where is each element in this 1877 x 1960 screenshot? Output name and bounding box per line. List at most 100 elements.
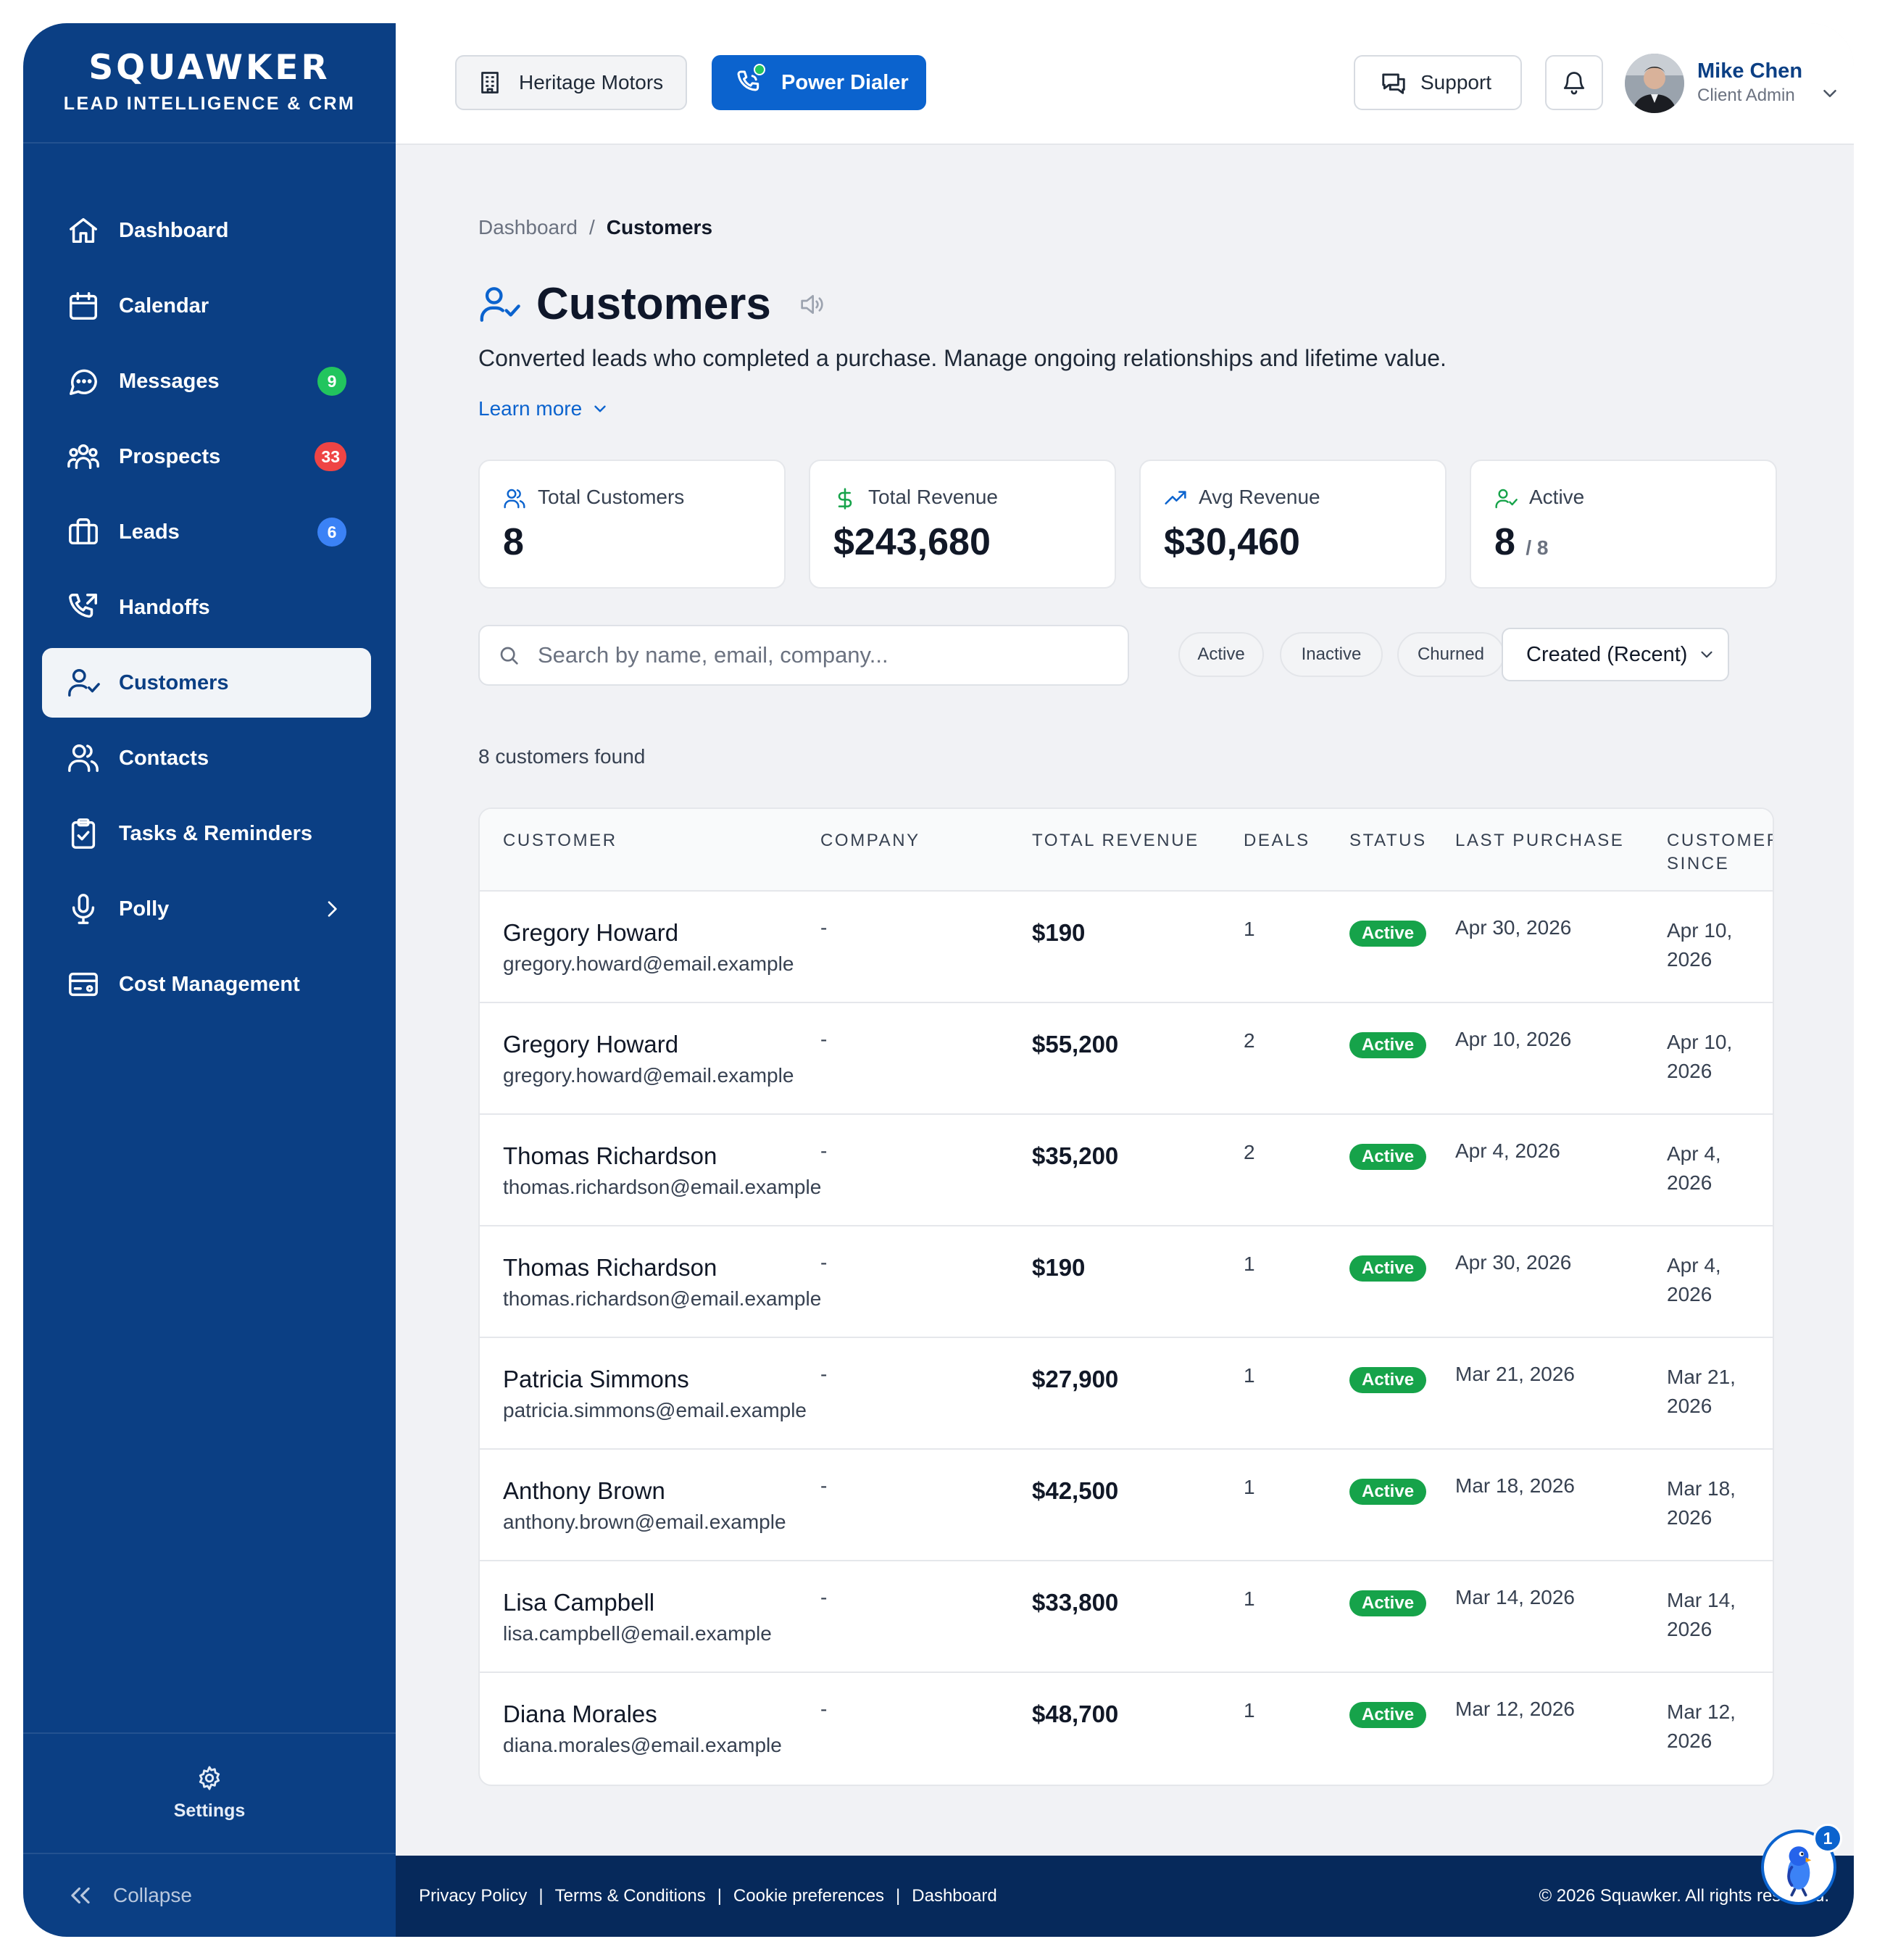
customer-deals: 1 [1244, 1364, 1255, 1387]
customer-deals: 2 [1244, 1029, 1255, 1052]
sidebar-item-prospects[interactable]: Prospects 33 [42, 422, 371, 491]
customer-deals: 1 [1244, 1699, 1255, 1722]
power-dialer-button[interactable]: Power Dialer [712, 55, 926, 110]
table-row[interactable]: Thomas Richardson thomas.richardson@emai… [480, 1225, 1773, 1337]
table-row[interactable]: Gregory Howard gregory.howard@email.exam… [480, 1002, 1773, 1113]
credit-card-icon [67, 968, 100, 1001]
column-header-last-purchase[interactable]: LAST PURCHASE [1455, 829, 1624, 852]
results-count: 8 customers found [478, 745, 646, 768]
customer-name[interactable]: Thomas Richardson [503, 1142, 717, 1170]
column-header-deals[interactable]: DEALS [1244, 829, 1310, 852]
sidebar-item-tasks-reminders[interactable]: Tasks & Reminders [42, 799, 371, 868]
assistant-notification-badge: 1 [1813, 1824, 1842, 1853]
brand-logo[interactable]: SQUAWKER LEAD INTELLIGENCE & CRM [23, 23, 396, 144]
last-purchase-date: Mar 12, 2026 [1455, 1698, 1575, 1720]
sidebar-item-cost-management[interactable]: Cost Management [42, 950, 371, 1019]
table-row[interactable]: Diana Morales diana.morales@email.exampl… [480, 1672, 1773, 1783]
filter-chip-churned[interactable]: Churned [1397, 632, 1504, 677]
customer-email: patricia.simmons@email.example [503, 1399, 807, 1421]
stat-value: 8 [1494, 521, 1515, 563]
table-row[interactable]: Anthony Brown anthony.brown@email.exampl… [480, 1448, 1773, 1560]
footer-link-privacy-policy[interactable]: Privacy Policy [419, 1886, 527, 1906]
column-header-customer[interactable]: CUSTOMER [503, 829, 617, 852]
leads-count-badge: 6 [317, 518, 346, 547]
filter-chip-active[interactable]: Active [1178, 632, 1264, 677]
status-badge: Active [1349, 1702, 1427, 1728]
stat-card-total-customers: Total Customers 8 [478, 460, 786, 589]
breadcrumb-dashboard-link[interactable]: Dashboard [478, 216, 578, 239]
footer-link-dashboard[interactable]: Dashboard [912, 1886, 996, 1906]
sort-value: Created (Recent) [1526, 642, 1688, 666]
sidebar-item-handoffs[interactable]: Handoffs [42, 573, 371, 642]
user-menu-chevron-icon[interactable] [1819, 83, 1841, 104]
user-check-icon [480, 286, 520, 322]
status-badge: Active [1349, 1255, 1427, 1282]
customer-name[interactable]: Gregory Howard [503, 1031, 678, 1058]
phone-forward-icon [67, 591, 100, 624]
customer-name[interactable]: Patricia Simmons [503, 1366, 689, 1393]
online-indicator [754, 64, 765, 75]
search-input[interactable] [538, 642, 1103, 668]
sidebar-item-messages[interactable]: Messages 9 [42, 346, 371, 416]
sidebar-item-leads[interactable]: Leads 6 [42, 497, 371, 567]
collapse-sidebar-button[interactable]: Collapse [23, 1853, 396, 1937]
table-row[interactable]: Gregory Howard gregory.howard@email.exam… [480, 890, 1773, 1002]
column-header-total-revenue[interactable]: TOTAL REVENUE [1032, 829, 1199, 852]
double-chevron-left-icon [71, 1887, 90, 1904]
stat-subvalue: / 8 [1526, 536, 1549, 559]
footer-link-cookie-preferences[interactable]: Cookie preferences [733, 1886, 884, 1906]
sidebar-item-contacts[interactable]: Contacts [42, 723, 371, 793]
customer-name[interactable]: Anthony Brown [503, 1477, 665, 1505]
table-row[interactable]: Lisa Campbell lisa.campbell@email.exampl… [480, 1560, 1773, 1672]
customer-revenue: $48,700 [1032, 1701, 1119, 1727]
customer-name[interactable]: Lisa Campbell [503, 1589, 654, 1616]
customer-email: anthony.brown@email.example [503, 1511, 786, 1533]
customer-name[interactable]: Gregory Howard [503, 919, 678, 947]
customer-since-date: Mar 21, 2026 [1667, 1366, 1736, 1417]
footer-divider: | [896, 1886, 901, 1906]
microphone-icon [67, 892, 100, 926]
column-header-status[interactable]: STATUS [1349, 829, 1427, 852]
chevron-down-icon [594, 405, 606, 412]
column-header-customer-since[interactable]: CUSTOMER SINCE [1667, 829, 1773, 876]
last-purchase-date: Mar 14, 2026 [1455, 1586, 1575, 1608]
settings-button[interactable]: Settings [23, 1732, 396, 1851]
customer-name[interactable]: Diana Morales [503, 1701, 657, 1728]
chevron-right-icon[interactable] [320, 897, 344, 921]
sidebar-item-label: Polly [119, 897, 170, 921]
sidebar-item-polly[interactable]: Polly [42, 874, 371, 944]
sidebar-item-customers[interactable]: Customers [42, 648, 371, 718]
customer-name[interactable]: Thomas Richardson [503, 1254, 717, 1282]
speaker-icon[interactable] [797, 290, 826, 319]
notifications-button[interactable] [1545, 55, 1603, 110]
customer-revenue: $55,200 [1032, 1031, 1119, 1058]
column-header-company[interactable]: COMPANY [820, 829, 920, 852]
customer-since-date: Mar 14, 2026 [1667, 1589, 1736, 1640]
sidebar-item-label: Tasks & Reminders [119, 821, 313, 845]
table-row[interactable]: Patricia Simmons patricia.simmons@email.… [480, 1337, 1773, 1448]
dealer-selector-button[interactable]: Heritage Motors [455, 55, 687, 110]
user-name[interactable]: Mike Chen [1697, 59, 1802, 83]
user-avatar[interactable] [1625, 54, 1684, 113]
chevron-down-icon [1701, 651, 1712, 658]
briefcase-icon [67, 515, 100, 549]
support-label: Support [1420, 71, 1492, 94]
sidebar-item-calendar[interactable]: Calendar [42, 271, 371, 341]
sort-select[interactable]: Created (Recent) [1502, 628, 1729, 681]
filter-chip-inactive[interactable]: Inactive [1280, 632, 1383, 677]
sidebar-item-dashboard[interactable]: Dashboard [42, 196, 371, 265]
customer-deals: 2 [1244, 1141, 1255, 1163]
customer-company: - [820, 1139, 828, 1162]
table-row[interactable]: Thomas Richardson thomas.richardson@emai… [480, 1113, 1773, 1225]
learn-more-link[interactable]: Learn more [478, 397, 609, 420]
contacts-icon [67, 742, 100, 775]
breadcrumb: Dashboard / Customers [478, 216, 712, 239]
stat-label: Avg Revenue [1199, 486, 1320, 508]
support-button[interactable]: Support [1354, 55, 1522, 110]
support-chat-icon [1382, 73, 1405, 94]
footer-link-terms[interactable]: Terms & Conditions [555, 1886, 706, 1906]
last-purchase-date: Mar 21, 2026 [1455, 1363, 1575, 1385]
dollar-icon [838, 488, 852, 510]
customer-revenue: $190 [1032, 1254, 1086, 1281]
stat-value: $243,680 [833, 521, 991, 563]
